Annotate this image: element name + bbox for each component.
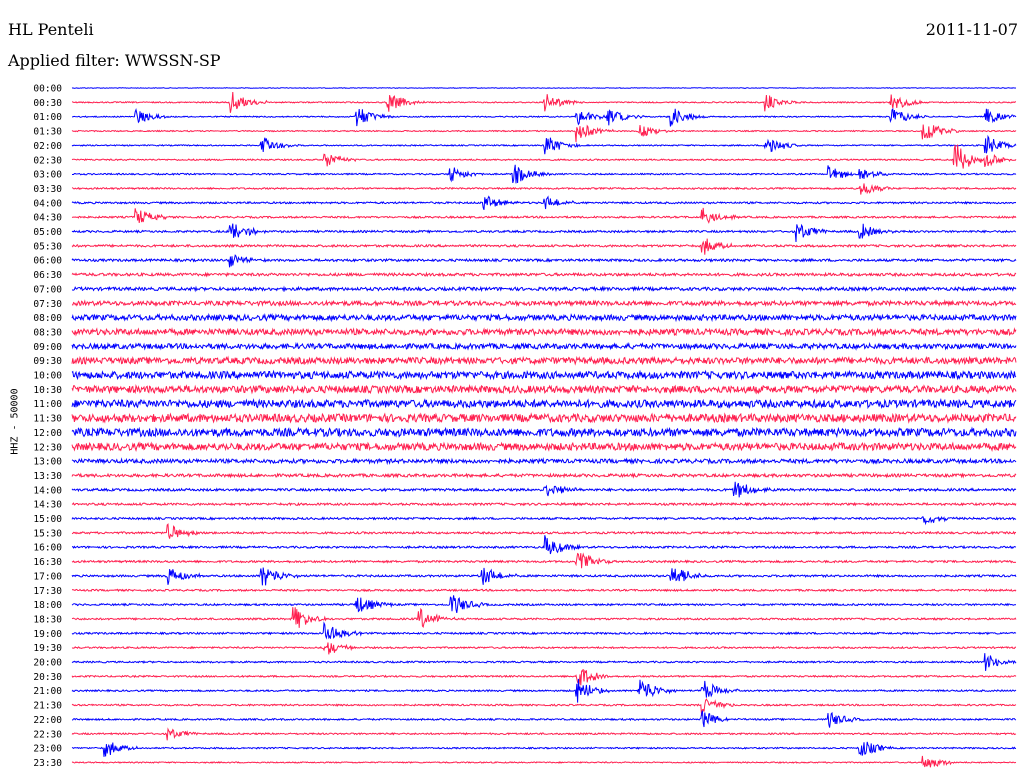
time-tick-label: 08:30 [33,327,62,338]
time-tick-label: 05:30 [33,241,62,252]
trace-line [71,134,1017,155]
trace-line [71,678,1017,703]
trace-line [71,607,1017,629]
time-tick-label: 23:00 [33,744,62,755]
time-tick-label: 11:30 [33,414,62,425]
time-tick-label: 05:00 [33,227,62,238]
trace-line [71,472,1017,479]
trace-line [71,195,1017,210]
time-tick-label: 23:30 [33,758,62,769]
time-tick-label: 19:00 [33,629,62,640]
helicorder-plot: 00:00 00:30 01:00 01:30 02:00 02:30 03:00 03:30… [33,84,1017,769]
trace-line [71,710,1017,728]
time-tick-label: 06:00 [33,256,62,267]
trace-line [71,271,1017,278]
time-tick-label: 09:30 [33,356,62,367]
time-tick-label: 10:00 [33,371,62,382]
time-tick-label: 15:30 [33,528,62,539]
time-tick-label: 21:30 [33,701,62,712]
trace-line [71,501,1017,507]
time-tick-label: 12:00 [33,428,62,439]
trace-line [71,426,1017,439]
trace-line [71,327,1017,337]
time-tick-label: 08:00 [33,313,62,324]
time-tick-label: 15:00 [33,514,62,525]
trace-line [71,285,1017,293]
time-tick-label: 12:30 [33,442,62,453]
trace-line [71,552,1017,569]
trace-line [71,741,1017,757]
time-tick-label: 22:30 [33,729,62,740]
time-tick-label: 19:30 [33,643,62,654]
time-tick-label: 13:30 [33,471,62,482]
time-tick-label: 20:00 [33,658,62,669]
trace-line [71,481,1017,498]
seismic-traces [71,87,1017,768]
trace-line [71,398,1017,410]
time-tick-label: 17:00 [33,571,62,582]
time-tick-label: 06:30 [33,270,62,281]
trace-line [71,238,1017,255]
time-tick-label: 14:30 [33,500,62,511]
trace-line [71,124,1017,143]
trace-line [71,312,1017,323]
trace-line [71,299,1017,308]
trace-line [71,595,1017,614]
time-tick-label: 16:30 [33,557,62,568]
time-tick-label: 04:30 [33,213,62,224]
time-tick-label: 01:00 [33,112,62,123]
trace-line [71,441,1017,453]
trace-line [71,183,1017,195]
time-tick-label: 14:00 [33,485,62,496]
time-tick-label: 02:30 [33,155,62,166]
time-tick-label: 20:30 [33,672,62,683]
trace-line [71,412,1017,424]
time-tick-label: 11:00 [33,399,62,410]
time-tick-labels: 00:00 00:30 01:00 01:30 02:00 02:30 03:00 03:30… [33,84,62,769]
trace-line [71,535,1017,555]
time-tick-label: 10:30 [33,385,62,396]
trace-line [71,384,1017,395]
time-tick-label: 03:00 [33,170,62,181]
time-tick-label: 13:00 [33,457,62,468]
trace-line [71,642,1017,655]
trace-line [71,341,1017,351]
time-tick-label: 21:00 [33,686,62,697]
time-tick-label: 07:30 [33,299,62,310]
time-tick-label: 18:00 [33,600,62,611]
trace-line [72,107,1017,127]
trace-line [71,727,1017,741]
time-tick-label: 00:00 [33,84,62,95]
trace-line [71,621,1017,640]
trace-line [71,87,1017,89]
time-tick-label: 22:00 [33,715,62,726]
trace-line [72,164,1017,184]
time-tick-label: 03:30 [33,184,62,195]
time-tick-label: 04:00 [33,198,62,209]
trace-line [71,523,1017,539]
trace-line [71,698,1017,716]
time-tick-label: 00:30 [33,98,62,109]
time-tick-label: 01:30 [33,127,62,138]
trace-line [71,669,1017,686]
trace-line [71,567,1017,586]
time-tick-label: 16:00 [33,543,62,554]
time-tick-label: 09:00 [33,342,62,353]
trace-line [71,369,1017,381]
trace-line [72,91,1017,113]
trace-line [71,515,1017,526]
time-tick-label: 18:30 [33,614,62,625]
trace-line [71,588,1017,593]
time-tick-label: 07:00 [33,284,62,295]
trace-line [71,223,1017,243]
trace-line [71,755,1017,768]
time-tick-label: 02:00 [33,141,62,152]
trace-line [71,355,1017,366]
trace-line [71,457,1017,466]
trace-line [71,207,1017,224]
trace-line [71,254,1017,268]
time-tick-label: 17:30 [33,586,62,597]
trace-line [71,653,1017,671]
